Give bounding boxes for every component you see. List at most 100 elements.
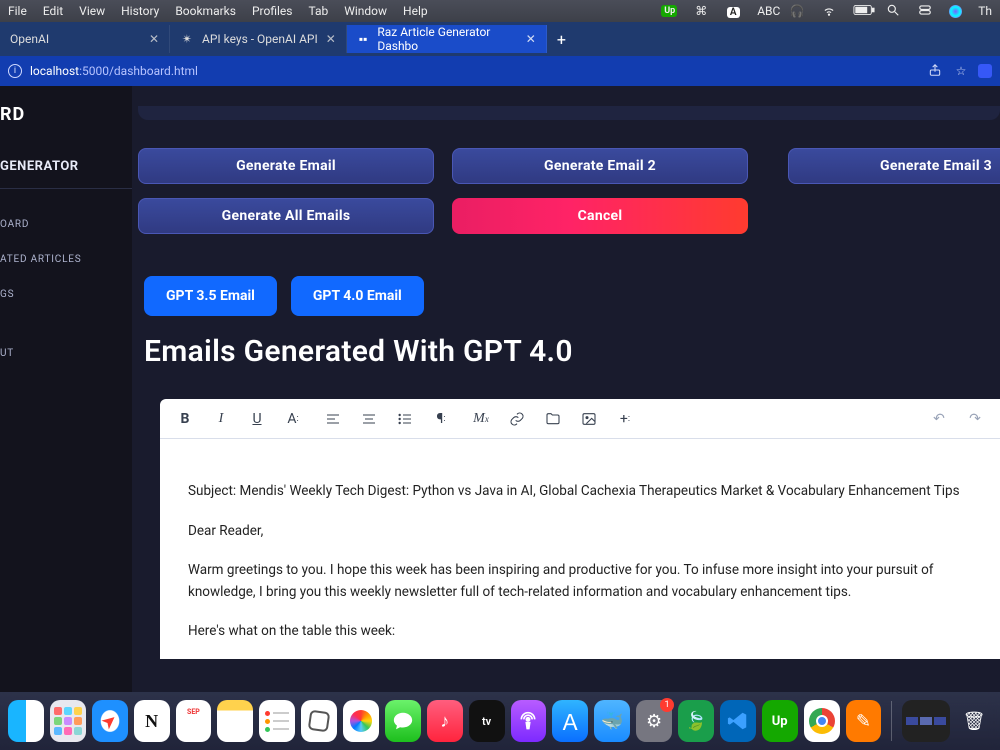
sidebar: RD GENERATOR OARD ATED ARTICLES GS UT (0, 86, 132, 692)
email-subject: Subject: Mendis' Weekly Tech Digest: Pyt… (188, 481, 972, 503)
generate-all-emails-button[interactable]: Generate All Emails (138, 198, 434, 234)
wifi-icon[interactable] (821, 3, 837, 20)
underline-icon[interactable]: U (248, 410, 266, 428)
image-icon[interactable] (580, 410, 598, 428)
bold-icon[interactable]: B (176, 410, 194, 428)
music-icon[interactable]: ♪ (427, 700, 463, 742)
photos-icon[interactable] (343, 700, 379, 742)
tab-api-keys[interactable]: ✴ API keys - OpenAI API ✕ (170, 25, 347, 53)
bookmark-star-icon[interactable]: ☆ (952, 64, 970, 78)
generate-email-button[interactable]: Generate Email (138, 148, 434, 184)
font-style-icon[interactable]: A: (284, 410, 302, 428)
sidebar-item-generated-articles[interactable]: ATED ARTICLES (0, 242, 132, 277)
address-field[interactable]: localhost:5000/dashboard.html (30, 64, 198, 78)
freeform-icon[interactable] (301, 700, 337, 742)
chrome-icon[interactable] (804, 700, 840, 742)
menu-profiles[interactable]: Profiles (252, 4, 293, 18)
badge: 1 (660, 698, 674, 712)
email-greeting: Dear Reader, (188, 521, 972, 543)
math-icon[interactable]: Mx (472, 410, 490, 428)
email-paragraph: Warm greetings to you. I hope this week … (188, 560, 972, 603)
appletv-icon[interactable]: tv (469, 700, 505, 742)
notion-icon[interactable]: N (134, 700, 170, 742)
settings-icon[interactable]: ⚙1 (636, 700, 672, 742)
undo-icon[interactable]: ↶ (930, 410, 948, 428)
browser-tabstrip: OpenAI ✕ ✴ API keys - OpenAI API ✕ ▪▪ Ra… (0, 22, 1000, 56)
sidebar-item-settings[interactable]: GS (0, 277, 132, 312)
menu-bookmarks[interactable]: Bookmarks (175, 4, 236, 18)
divider (0, 188, 132, 189)
dock-folder-icon[interactable] (902, 700, 950, 742)
headphones-icon[interactable]: 🎧 (789, 4, 805, 18)
generate-email-3-button[interactable]: Generate Email 3 (788, 148, 1000, 184)
sidebar-item-empty[interactable] (0, 312, 132, 336)
cancel-button[interactable]: Cancel (452, 198, 748, 234)
safari-icon[interactable]: ➤ (92, 700, 128, 742)
control-center-icon[interactable] (917, 3, 933, 20)
input-source-icon[interactable]: A (725, 4, 741, 18)
menu-history[interactable]: History (121, 4, 159, 18)
macos-dock: ➤ N SEP 28 ♪ tv Ａ 🐳 ⚙1 🍃 Up ✎ 🗑 (0, 692, 1000, 750)
tab-openai[interactable]: OpenAI ✕ (0, 25, 170, 53)
menu-truncated: Th (978, 4, 992, 18)
insert-more-icon[interactable]: +: (616, 410, 634, 428)
trash-icon[interactable]: 🗑 (956, 700, 992, 742)
gpt35-email-button[interactable]: GPT 3.5 Email (144, 276, 277, 316)
calendar-icon[interactable]: SEP 28 (176, 700, 212, 742)
menu-edit[interactable]: Edit (43, 4, 63, 18)
macos-menubar: File Edit View History Bookmarks Profile… (0, 0, 1000, 22)
email-paragraph: Here's what on the table this week: (188, 621, 972, 643)
messages-icon[interactable] (385, 700, 421, 742)
folder-icon[interactable] (544, 410, 562, 428)
pages-icon[interactable]: ✎ (846, 700, 882, 742)
panel-top-edge (138, 106, 1000, 120)
generate-email-2-button[interactable]: Generate Email 2 (452, 148, 748, 184)
url-host: localhost (30, 64, 79, 78)
tab-raz-dashboard[interactable]: ▪▪ Raz Article Generator Dashbo ✕ (347, 25, 547, 53)
mongodb-compass-icon[interactable]: 🍃 (678, 700, 714, 742)
menu-tab[interactable]: Tab (308, 4, 328, 18)
docker-icon[interactable]: 🐳 (594, 700, 630, 742)
paragraph-icon[interactable]: ¶: (432, 410, 450, 428)
bluetooth-icon[interactable]: ⌘ (693, 4, 709, 18)
podcasts-icon[interactable] (511, 700, 547, 742)
siri-icon[interactable] (949, 5, 962, 18)
sidebar-item-dashboard[interactable]: OARD (0, 207, 132, 242)
favicon-icon: ▪▪ (357, 32, 370, 46)
battery-icon[interactable] (853, 4, 869, 19)
new-tab-button[interactable]: + (547, 30, 576, 49)
editor-toolbar: B I U A: ¶: Mx +: (160, 399, 1000, 439)
close-icon[interactable]: ✕ (526, 32, 536, 46)
finder-icon[interactable] (8, 700, 44, 742)
gpt40-email-button[interactable]: GPT 4.0 Email (291, 276, 424, 316)
launchpad-icon[interactable] (50, 700, 86, 742)
tab-label: API keys - OpenAI API (202, 32, 318, 46)
menu-view[interactable]: View (79, 4, 105, 18)
sidebar-item-logout[interactable]: UT (0, 336, 132, 371)
reminders-icon[interactable] (259, 700, 295, 742)
editor-body[interactable]: Subject: Mendis' Weekly Tech Digest: Pyt… (160, 439, 1000, 643)
notes-icon[interactable] (217, 700, 253, 742)
extensions-icon[interactable] (978, 64, 992, 78)
site-info-icon[interactable]: i (8, 64, 22, 78)
align-left-icon[interactable] (324, 410, 342, 428)
upwork-app-icon[interactable]: Up (762, 700, 798, 742)
close-icon[interactable]: ✕ (326, 32, 336, 46)
redo-icon[interactable]: ↷ (966, 410, 984, 428)
share-icon[interactable] (926, 63, 944, 80)
upwork-icon[interactable]: Up (661, 5, 677, 17)
spotlight-icon[interactable] (885, 3, 901, 20)
list-icon[interactable] (396, 410, 414, 428)
menu-help[interactable]: Help (403, 4, 428, 18)
url-path: :5000/dashboard.html (79, 64, 198, 78)
menu-window[interactable]: Window (344, 4, 387, 18)
vscode-icon[interactable] (720, 700, 756, 742)
link-icon[interactable] (508, 410, 526, 428)
close-icon[interactable]: ✕ (149, 32, 159, 46)
appstore-icon[interactable]: Ａ (552, 700, 588, 742)
italic-icon[interactable]: I (212, 410, 230, 428)
abc-label: ABC (757, 4, 773, 18)
align-center-icon[interactable] (360, 410, 378, 428)
menu-file[interactable]: File (8, 4, 27, 18)
browser-urlbar: i localhost:5000/dashboard.html ☆ (0, 56, 1000, 86)
